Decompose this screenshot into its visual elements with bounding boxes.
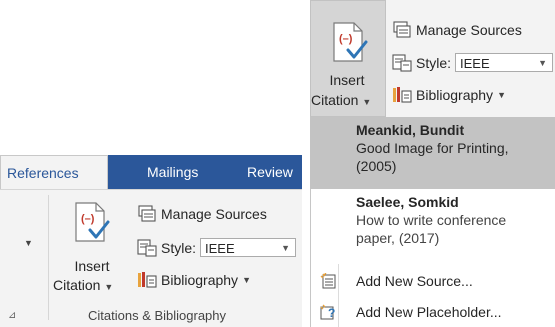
popup-bibliography-label: Bibliography xyxy=(416,87,494,103)
manage-sources-label: Manage Sources xyxy=(161,206,267,222)
popup-insert-citation-line2: Citation ▼ xyxy=(311,92,387,111)
citation-item-saelee[interactable]: Saelee, Somkid How to write conference p… xyxy=(310,189,555,259)
style-select[interactable]: IEEE ▼ xyxy=(200,238,297,257)
tab-review[interactable]: Review xyxy=(247,155,293,189)
style-value: IEEE xyxy=(205,241,235,256)
popup-manage-sources-label: Manage Sources xyxy=(416,22,522,38)
group-label-citations-bibliography: Citations & Bibliography xyxy=(88,308,227,323)
style-control: Style: IEEE ▼ xyxy=(137,238,297,257)
popup-bibliography-dropdown-icon: ▼ xyxy=(497,90,506,100)
citation-item-meankid[interactable]: Meankid, Bundit Good Image for Printing,… xyxy=(310,117,555,189)
insert-citation-label-line1[interactable]: Insert xyxy=(68,258,116,275)
style-icon xyxy=(137,238,157,257)
add-new-placeholder-icon: ? xyxy=(320,304,335,320)
style-label: Style: xyxy=(161,239,197,256)
tab-references[interactable]: References xyxy=(0,155,108,190)
group-separator xyxy=(48,195,49,320)
bibliography-dropdown-icon: ▼ xyxy=(242,275,251,285)
citation-title-line2: paper, (2017) xyxy=(356,230,440,246)
manage-sources-icon xyxy=(138,205,156,222)
manage-sources-button[interactable]: Manage Sources xyxy=(137,205,267,223)
popup-bibliography-icon xyxy=(393,87,412,103)
svg-text:(–): (–) xyxy=(81,213,95,225)
popup-manage-sources-button[interactable]: Manage Sources xyxy=(392,21,522,39)
bibliography-icon xyxy=(138,272,157,288)
chevron-down-icon: ▼ xyxy=(281,243,291,253)
chevron-down-icon: ▼ xyxy=(538,58,548,68)
tab-mailings[interactable]: Mailings xyxy=(147,155,198,189)
popup-style-value: IEEE xyxy=(460,56,490,71)
popup-style-icon xyxy=(392,53,412,72)
popup-bibliography-button[interactable]: Bibliography ▼ xyxy=(392,86,506,104)
insert-citation-label-line2: Citation xyxy=(53,277,101,293)
add-new-placeholder-label: Add New Placeholder... xyxy=(356,304,502,320)
citation-title-line1: How to write conference xyxy=(356,212,507,228)
popup-style-select[interactable]: IEEE ▼ xyxy=(455,53,554,72)
collapsed-group-dropdown-icon[interactable]: ▼ xyxy=(24,238,33,248)
popup-manage-sources-icon xyxy=(393,21,411,38)
insert-citation-button[interactable]: Citation ▼ xyxy=(53,277,133,296)
add-new-source-menu-item[interactable]: Add New Source... xyxy=(310,266,555,296)
svg-text:(–): (–) xyxy=(339,33,353,45)
popup-insert-citation-dropdown-icon: ▼ xyxy=(362,97,372,107)
insert-citation-dropdown-icon[interactable]: ▼ xyxy=(104,282,113,292)
svg-text:?: ? xyxy=(328,306,335,320)
citation-title-line2: (2005) xyxy=(356,158,397,174)
popup-style-control: Style: IEEE ▼ xyxy=(392,53,554,72)
add-new-placeholder-menu-item[interactable]: ? Add New Placeholder... xyxy=(310,297,555,327)
citation-author: Saelee, Somkid xyxy=(356,194,459,210)
popup-insert-citation-icon[interactable]: (–) xyxy=(328,20,368,64)
insert-citation-icon[interactable]: (–) xyxy=(70,200,110,244)
popup-insert-citation-label-line1: Insert xyxy=(329,72,365,88)
popup-insert-citation-label-line2: Citation xyxy=(311,92,359,108)
citation-author: Meankid, Bundit xyxy=(356,122,465,138)
add-new-source-label: Add New Source... xyxy=(356,273,473,289)
add-new-source-icon xyxy=(320,273,336,289)
popup-style-label: Style: xyxy=(416,54,452,71)
bibliography-label: Bibliography xyxy=(161,272,239,288)
citation-title-line1: Good Image for Printing, xyxy=(356,140,509,156)
dialog-launcher-icon[interactable]: ⊿ xyxy=(8,310,16,321)
bibliography-button[interactable]: Bibliography ▼ xyxy=(137,271,251,289)
